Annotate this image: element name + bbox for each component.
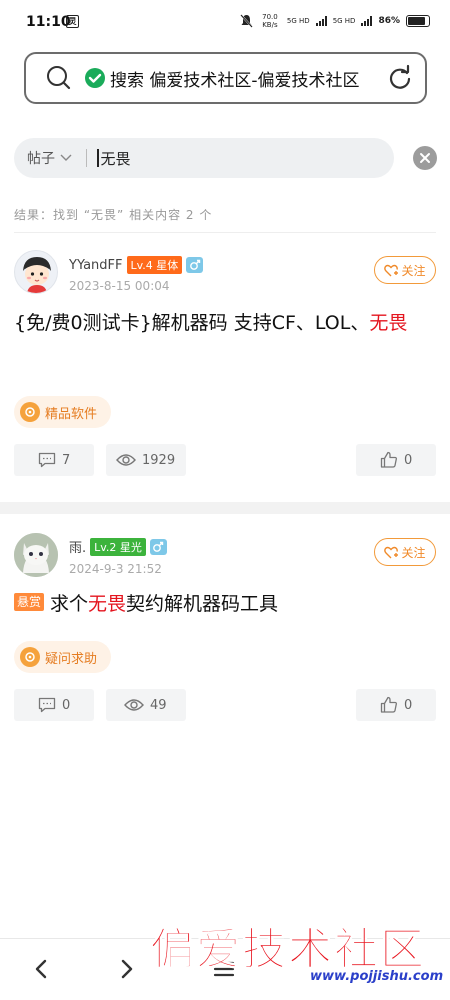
browser-address-bar[interactable]: 搜索 偏爱技术社区-偏爱技术社区 [24,52,427,104]
post-title[interactable]: 悬赏 求个无畏契约解机器码工具 [14,588,434,620]
eye-icon [124,699,144,711]
category-tag[interactable]: 精品软件 [14,396,112,428]
site-watermark-logo: 偏爱技术社区 www.pojjishu.com [150,918,450,1000]
post-date: 2023-8-15 00:04 [69,279,170,293]
author-name[interactable]: YYandFF [69,258,123,273]
url-text[interactable]: 搜索 偏爱技术社区-偏爱技术社区 [110,66,379,91]
heart-plus-icon [384,264,399,276]
like-count: 0 [404,452,413,468]
post-date: 2024-9-3 21:52 [69,562,162,576]
views-count: 1929 [106,444,186,476]
like-count: 0 [404,697,413,713]
avatar[interactable] [14,250,58,294]
bounty-badge: 悬赏 [14,593,45,611]
post-title[interactable]: {免/费0测试卡}解机器码 支持CF、LOL、无畏 [14,307,434,339]
divider [14,232,436,233]
heart-plus-icon [384,546,399,558]
comments-button[interactable]: 0 [14,689,94,721]
search-box[interactable]: 帖子 无畏 [14,138,394,178]
result-summary: 结果：找到 “无畏” 相关内容 2 个 [14,208,213,222]
title-text: {免/费0测试卡}解机器码 支持CF、LOL、 [14,312,370,334]
mute-bell-icon [240,14,253,28]
divider [86,149,87,167]
status-time: 11:10 [26,14,71,30]
search-icon[interactable] [42,61,76,95]
title-text-after: 契约解机器码工具 [126,593,279,615]
like-button[interactable]: 0 [356,444,436,476]
tag-icon [20,402,40,422]
title-text: 求个 [50,593,89,615]
follow-label: 关注 [401,545,426,560]
search-scope-label: 帖子 [27,151,55,167]
category-tag[interactable]: 疑问求助 [14,641,112,673]
male-gender-icon [149,538,167,555]
title-highlight: 无畏 [369,312,408,334]
comment-icon [38,452,56,468]
signal-icon [315,16,327,26]
male-gender-icon [186,257,204,273]
sim2-label: 5G HD [332,17,356,25]
network-speed: 70.0 KB/s [262,13,278,29]
tag-icon [20,647,40,667]
refresh-icon[interactable] [385,63,415,93]
signal-icon [361,16,373,26]
follow-button[interactable]: 关注 [374,256,436,284]
post-card[interactable]: YYandFF Lv.4 星体 2023-8-15 00:04 关注 {免/费0… [0,240,450,492]
level-badge: Lv.4 星体 [126,256,183,274]
watermark-url: www.pojjishu.com [310,969,443,984]
views-count: 49 [106,689,186,721]
watermark-logo-icon: 偏爱技术社区 www.pojjishu.com [150,924,444,985]
notification-icon: 灵 [66,15,79,28]
white-cat-avatar-icon [14,533,58,577]
comment-count: 0 [62,697,71,713]
title-highlight: 无畏 [88,593,127,615]
close-icon [420,153,430,163]
follow-label: 关注 [401,263,426,278]
post-card[interactable]: 雨. Lv.2 星光 2024-9-3 21:52 关注 悬赏 求个无畏契约解机器… [0,525,450,775]
author-info: 雨. Lv.2 星光 [69,537,167,556]
sim1-label: 5G HD [286,17,310,25]
cartoon-boy-avatar-icon [23,257,51,293]
level-badge: Lv.2 星光 [90,537,146,556]
comments-button[interactable]: 7 [14,444,94,476]
search-scope-dropdown[interactable]: 帖子 [27,148,72,168]
view-count: 49 [150,697,167,713]
thumbs-up-icon [380,696,397,713]
thumbs-up-icon [380,451,397,468]
verified-shield-icon [85,68,105,88]
watermark-title: 偏爱技术社区 [150,924,426,975]
avatar[interactable] [14,533,58,577]
chevron-down-icon [60,154,72,161]
battery-icon [406,15,430,27]
battery-percent: 86% [378,16,400,26]
forward-arrow-icon[interactable] [116,957,138,981]
tag-label: 疑问求助 [45,651,98,667]
search-input[interactable]: 无畏 [101,148,131,169]
text-cursor [97,149,99,167]
comment-count: 7 [62,452,71,468]
view-count: 1929 [142,452,176,468]
like-button[interactable]: 0 [356,689,436,721]
author-name[interactable]: 雨. [69,537,86,556]
comment-icon [38,697,56,713]
clear-search-button[interactable] [413,146,437,170]
follow-button[interactable]: 关注 [374,538,436,566]
back-arrow-icon[interactable] [30,957,52,981]
status-bar: 11:10 灵 70.0 KB/s 5G HD 5G HD 86% [0,0,450,46]
section-divider [0,502,450,514]
tag-label: 精品软件 [45,406,98,422]
eye-icon [116,454,136,466]
author-info: YYandFF Lv.4 星体 [69,256,204,274]
